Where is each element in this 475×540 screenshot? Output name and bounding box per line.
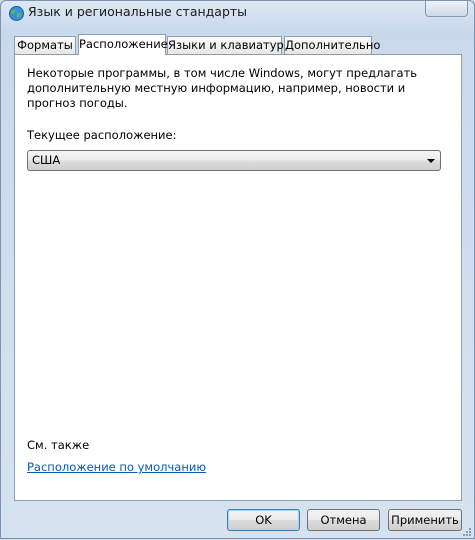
title-bar[interactable]: Язык и региональные стандарты (1, 1, 474, 29)
tab-formats[interactable]: Форматы (14, 36, 76, 54)
current-location-label: Текущее расположение: (27, 128, 177, 142)
dialog-window: Язык и региональные стандарты Форматы Ра… (0, 0, 475, 539)
tab-advanced[interactable]: Дополнительно (284, 36, 380, 54)
chevron-down-icon (427, 159, 435, 163)
current-location-value: США (32, 153, 61, 167)
default-location-link[interactable]: Расположение по умолчанию (27, 460, 206, 474)
current-location-select[interactable]: США (27, 150, 441, 171)
location-description: Некоторые программы, в том числе Windows… (27, 66, 418, 110)
tab-languages-keyboards[interactable]: Языки и клавиатуры (167, 36, 293, 54)
globe-icon (8, 5, 25, 22)
resize-grip-icon[interactable] (462, 526, 472, 536)
ok-button[interactable]: OK (227, 509, 300, 531)
close-button[interactable] (425, 1, 468, 17)
apply-button[interactable]: Применить (388, 509, 462, 531)
window-title: Язык и региональные стандарты (28, 4, 248, 19)
tab-location[interactable]: Расположение (78, 34, 168, 55)
tab-panel: Некоторые программы, в том числе Windows… (14, 54, 462, 501)
cancel-button[interactable]: Отмена (307, 509, 380, 531)
see-also-label: См. также (27, 438, 90, 452)
